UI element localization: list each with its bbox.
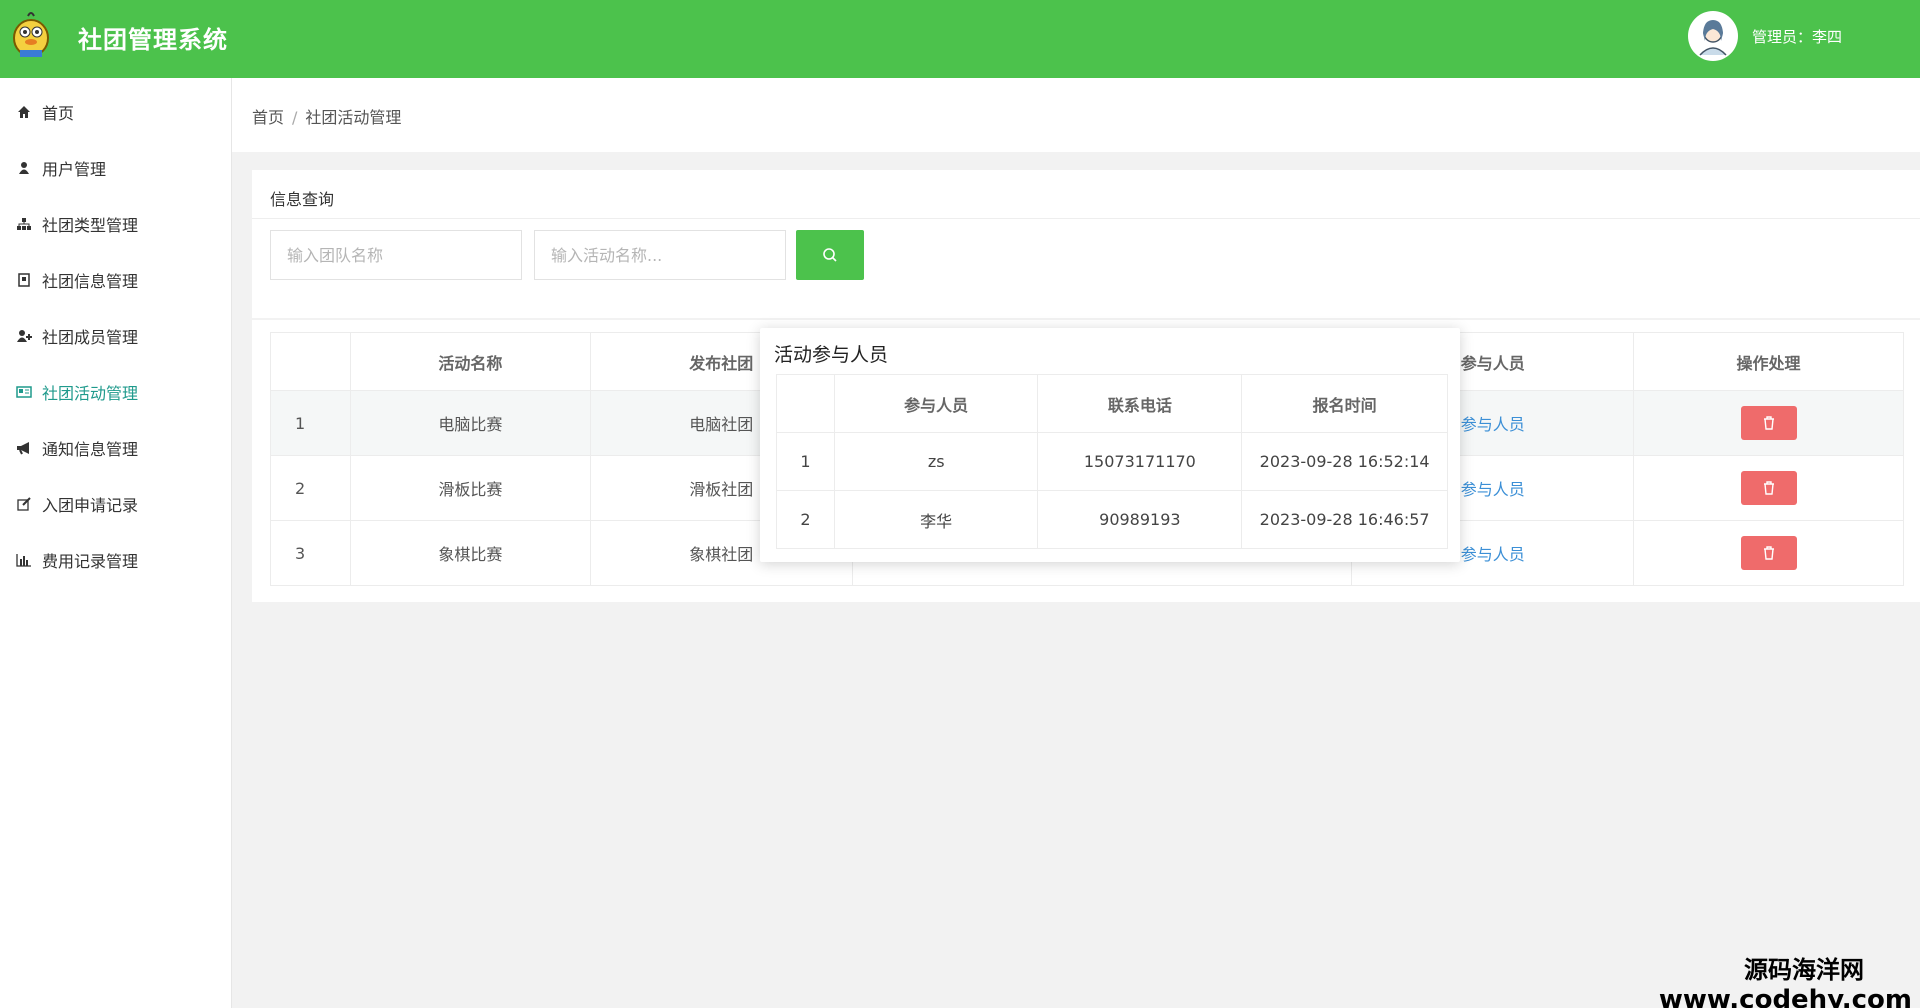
edit-icon [14, 494, 34, 514]
sidebar-item-notices[interactable]: 通知信息管理 [0, 420, 232, 476]
trash-icon [1763, 546, 1774, 560]
admin-label: 管理员：李四 [1752, 28, 1843, 46]
signup-time: 2023-09-28 16:52:14 [1241, 432, 1448, 491]
sidebar-item-applications[interactable]: 入团申请记录 [0, 476, 232, 532]
avatar-icon [1689, 12, 1737, 60]
activity-name: 象棋比赛 [349, 520, 591, 586]
user-icon [14, 158, 34, 178]
sidebar-item-club-types[interactable]: 社团类型管理 [0, 196, 232, 252]
team-name-input[interactable] [270, 230, 522, 280]
breadcrumb-bar: 首页 / 社团活动管理 [232, 78, 1920, 152]
row-index: 2 [270, 455, 351, 521]
sidebar-item-club-info[interactable]: 社团信息管理 [0, 252, 232, 308]
delete-button[interactable] [1740, 471, 1797, 505]
participants-popup: 活动参与人员 参与人员 联系电话 报名时间 1 zs 15073171170 2… [760, 328, 1460, 562]
popup-row-index: 1 [776, 432, 835, 491]
participants-link[interactable]: 参与人员 [1461, 480, 1525, 499]
sidebar-item-club-activities[interactable]: 社团活动管理 [0, 364, 232, 420]
trash-icon [1763, 416, 1774, 430]
search-panel-title: 信息查询 [270, 190, 335, 209]
actions-cell [1633, 455, 1904, 521]
divider [252, 218, 1920, 219]
signup-time: 2023-09-28 16:46:57 [1241, 490, 1448, 549]
popup-row-index: 2 [776, 490, 835, 549]
watermark: 源码海洋网 www.codehy.com [1659, 950, 1912, 1008]
search-panel: 信息查询 [252, 170, 1920, 318]
document-icon [14, 270, 34, 290]
participant-name: zs [833, 432, 1039, 491]
row-index: 1 [270, 390, 351, 456]
sidebar-item-users[interactable]: 用户管理 [0, 140, 232, 196]
delete-button[interactable] [1740, 406, 1797, 440]
breadcrumb-separator: / [292, 108, 298, 127]
col-header-actions: 操作处理 [1633, 332, 1904, 391]
popup-row: 1 zs 15073171170 2023-09-28 16:52:14 [776, 432, 1448, 491]
popup-header-row: 参与人员 联系电话 报名时间 [776, 374, 1448, 433]
sidebar-item-home[interactable]: 首页 [0, 84, 232, 140]
sidebar-item-label: 通知信息管理 [42, 440, 139, 459]
search-icon [823, 248, 837, 262]
participants-link[interactable]: 参与人员 [1461, 545, 1525, 564]
home-icon [14, 102, 34, 122]
breadcrumb: 首页 / 社团活动管理 [252, 104, 401, 128]
activity-name-input[interactable] [534, 230, 786, 280]
sidebar: 首页 用户管理 社团类型管理 社团信息管理 社团成员管理 社团活动管理 通知信息… [0, 78, 232, 1008]
participant-phone: 90989193 [1037, 490, 1243, 549]
participants-link[interactable]: 参与人员 [1461, 415, 1525, 434]
breadcrumb-current: 社团活动管理 [305, 108, 402, 127]
admin-avatar[interactable] [1688, 11, 1738, 61]
popup-col-index [776, 374, 835, 433]
actions-cell [1633, 390, 1904, 456]
sidebar-item-label: 首页 [42, 104, 75, 123]
popup-row: 2 李华 90989193 2023-09-28 16:46:57 [776, 490, 1448, 549]
search-button[interactable] [796, 230, 864, 280]
sidebar-item-label: 社团信息管理 [42, 272, 139, 291]
bullhorn-icon [14, 438, 34, 458]
popup-col-name: 参与人员 [833, 374, 1039, 433]
watermark-line1: 源码海洋网 [1744, 956, 1864, 984]
breadcrumb-home[interactable]: 首页 [252, 108, 284, 127]
mascot-logo [13, 12, 49, 57]
delete-button[interactable] [1740, 536, 1797, 570]
col-header-index [270, 332, 351, 391]
participant-phone: 15073171170 [1037, 432, 1243, 491]
trash-icon [1763, 481, 1774, 495]
user-plus-icon [14, 326, 34, 346]
bar-chart-icon [14, 550, 34, 570]
row-index: 3 [270, 520, 351, 586]
sidebar-item-label: 社团类型管理 [42, 216, 139, 235]
sidebar-item-label: 社团活动管理 [42, 384, 139, 403]
sidebar-item-fees[interactable]: 费用记录管理 [0, 532, 232, 588]
popup-title: 活动参与人员 [774, 344, 889, 366]
activity-name: 电脑比赛 [349, 390, 591, 456]
participant-name: 李华 [833, 490, 1039, 549]
sidebar-item-label: 社团成员管理 [42, 328, 139, 347]
participants-table: 参与人员 联系电话 报名时间 1 zs 15073171170 2023-09-… [776, 374, 1448, 549]
sidebar-item-label: 入团申请记录 [42, 496, 139, 515]
sidebar-item-club-members[interactable]: 社团成员管理 [0, 308, 232, 364]
sitemap-icon [14, 214, 34, 234]
app-title: 社团管理系统 [78, 26, 228, 54]
activity-name: 滑板比赛 [349, 455, 591, 521]
top-header: 社团管理系统 管理员：李四 [0, 0, 1920, 78]
sidebar-item-label: 费用记录管理 [42, 552, 139, 571]
popup-col-phone: 联系电话 [1037, 374, 1243, 433]
popup-col-time: 报名时间 [1241, 374, 1448, 433]
newspaper-icon [14, 382, 34, 402]
sidebar-item-label: 用户管理 [42, 160, 107, 179]
watermark-line2: www.codehy.com [1658, 985, 1912, 1008]
actions-cell [1633, 520, 1904, 586]
col-header-activity-name: 活动名称 [349, 332, 591, 391]
